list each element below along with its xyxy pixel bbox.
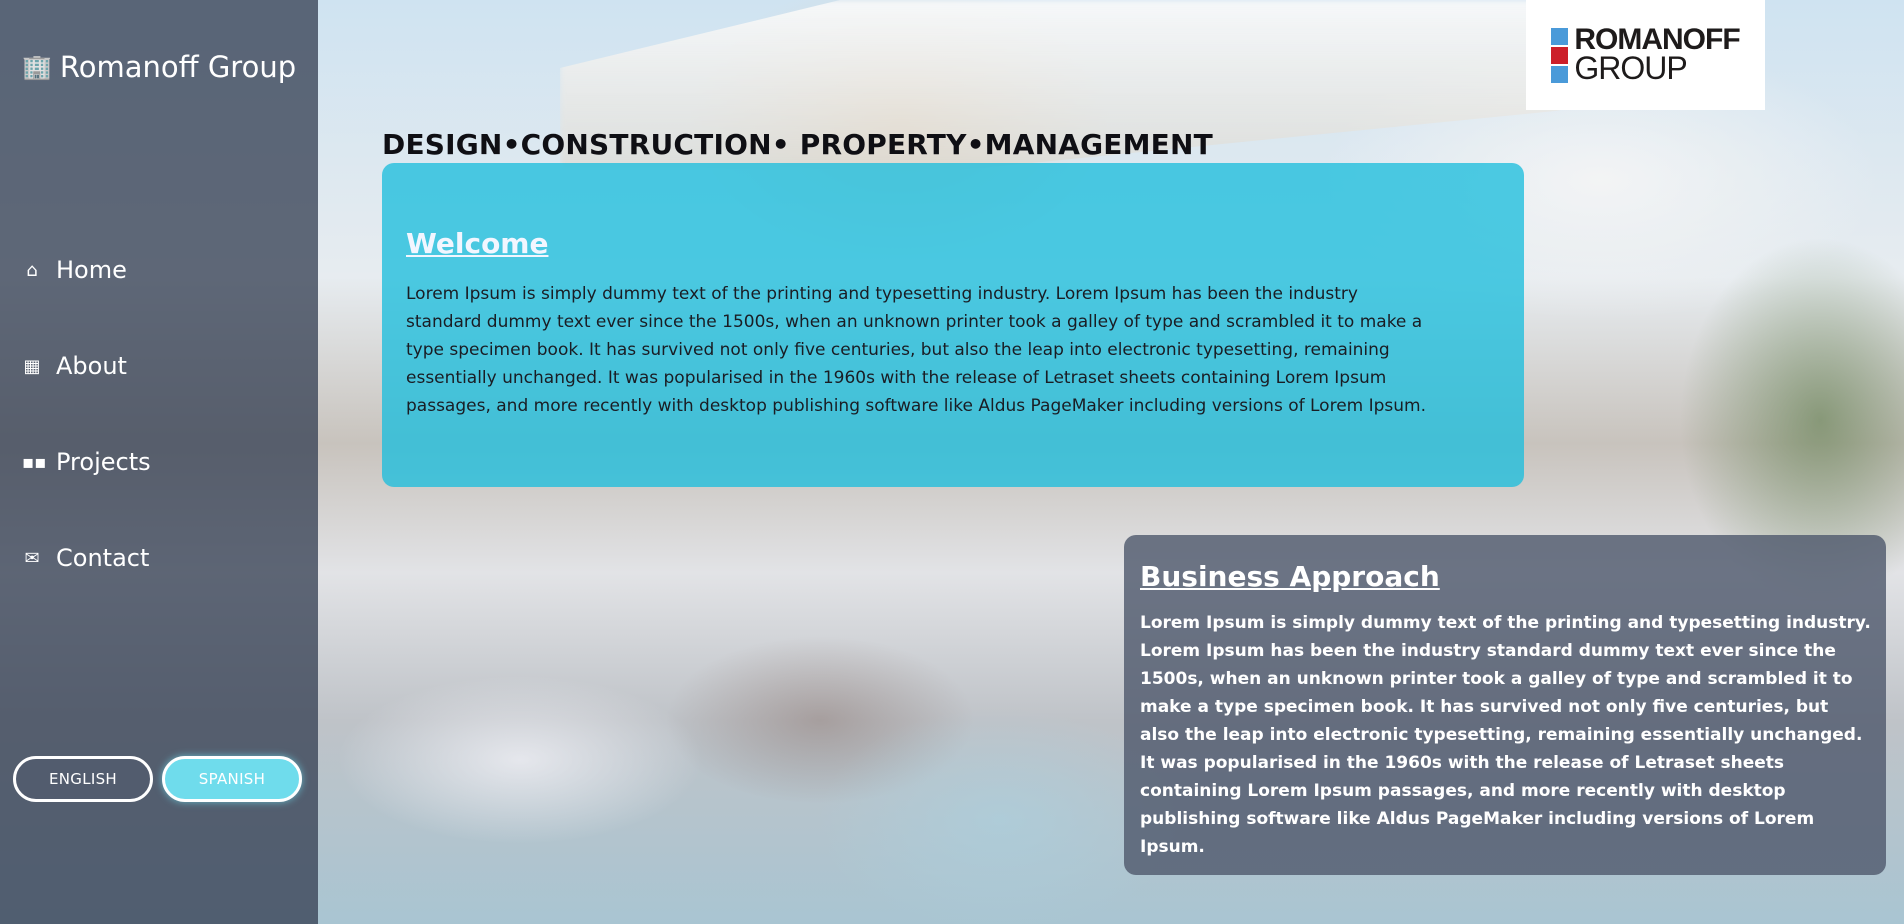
welcome-card: Welcome Lorem Ipsum is simply dummy text… [382,163,1524,487]
sidebar-item-contact[interactable]: ✉ Contact [22,538,151,578]
company-logo[interactable]: ROMANOFF GROUP [1526,0,1765,110]
logo-square [1551,46,1569,64]
business-approach-card: Business Approach Lorem Ipsum is simply … [1124,535,1886,875]
brand[interactable]: 🏢 Romanoff Group [22,50,296,84]
sidebar-item-home[interactable]: ⌂ Home [22,250,151,290]
sidebar-item-label: Contact [56,544,150,572]
logo-text: ROMANOFF GROUP [1574,25,1740,87]
sidebar-item-label: Projects [56,448,151,476]
sidebar-item-label: About [56,352,127,380]
office-icon: ▦ [23,355,41,377]
envelope-icon: ✉ [24,547,40,569]
sidebar-item-about[interactable]: ▦ About [22,346,151,386]
business-approach-body: Lorem Ipsum is simply dummy text of the … [1140,613,1871,857]
language-switcher: ENGLISH SPANISH [13,756,302,802]
business-approach-title: Business Approach [1140,560,1440,593]
logo-square [1551,27,1569,45]
logo-square [1551,65,1569,83]
page-tagline: DESIGN•CONSTRUCTION• PROPERTY•MANAGEMENT [382,128,1213,161]
brand-name: Romanoff Group [59,50,297,84]
spanish-button[interactable]: SPANISH [162,756,302,802]
logo-line-2: GROUP [1574,50,1687,87]
sidebar-item-projects[interactable]: ▪▪ Projects [22,442,151,482]
home-icon: ⌂ [26,259,38,281]
welcome-body: Lorem Ipsum is simply dummy text of the … [406,284,1427,416]
nav-menu: ⌂ Home ▦ About ▪▪ Projects ✉ Contact [22,250,151,634]
grid-icon: ▪▪ [22,451,47,473]
sidebar-item-label: Home [56,256,127,284]
welcome-title: Welcome [406,227,549,260]
sidebar: 🏢 Romanoff Group ⌂ Home ▦ About ▪▪ Proje… [0,0,318,924]
english-button[interactable]: ENGLISH [13,756,153,802]
building-icon: 🏢 [22,53,52,81]
logo-squares [1551,27,1569,83]
